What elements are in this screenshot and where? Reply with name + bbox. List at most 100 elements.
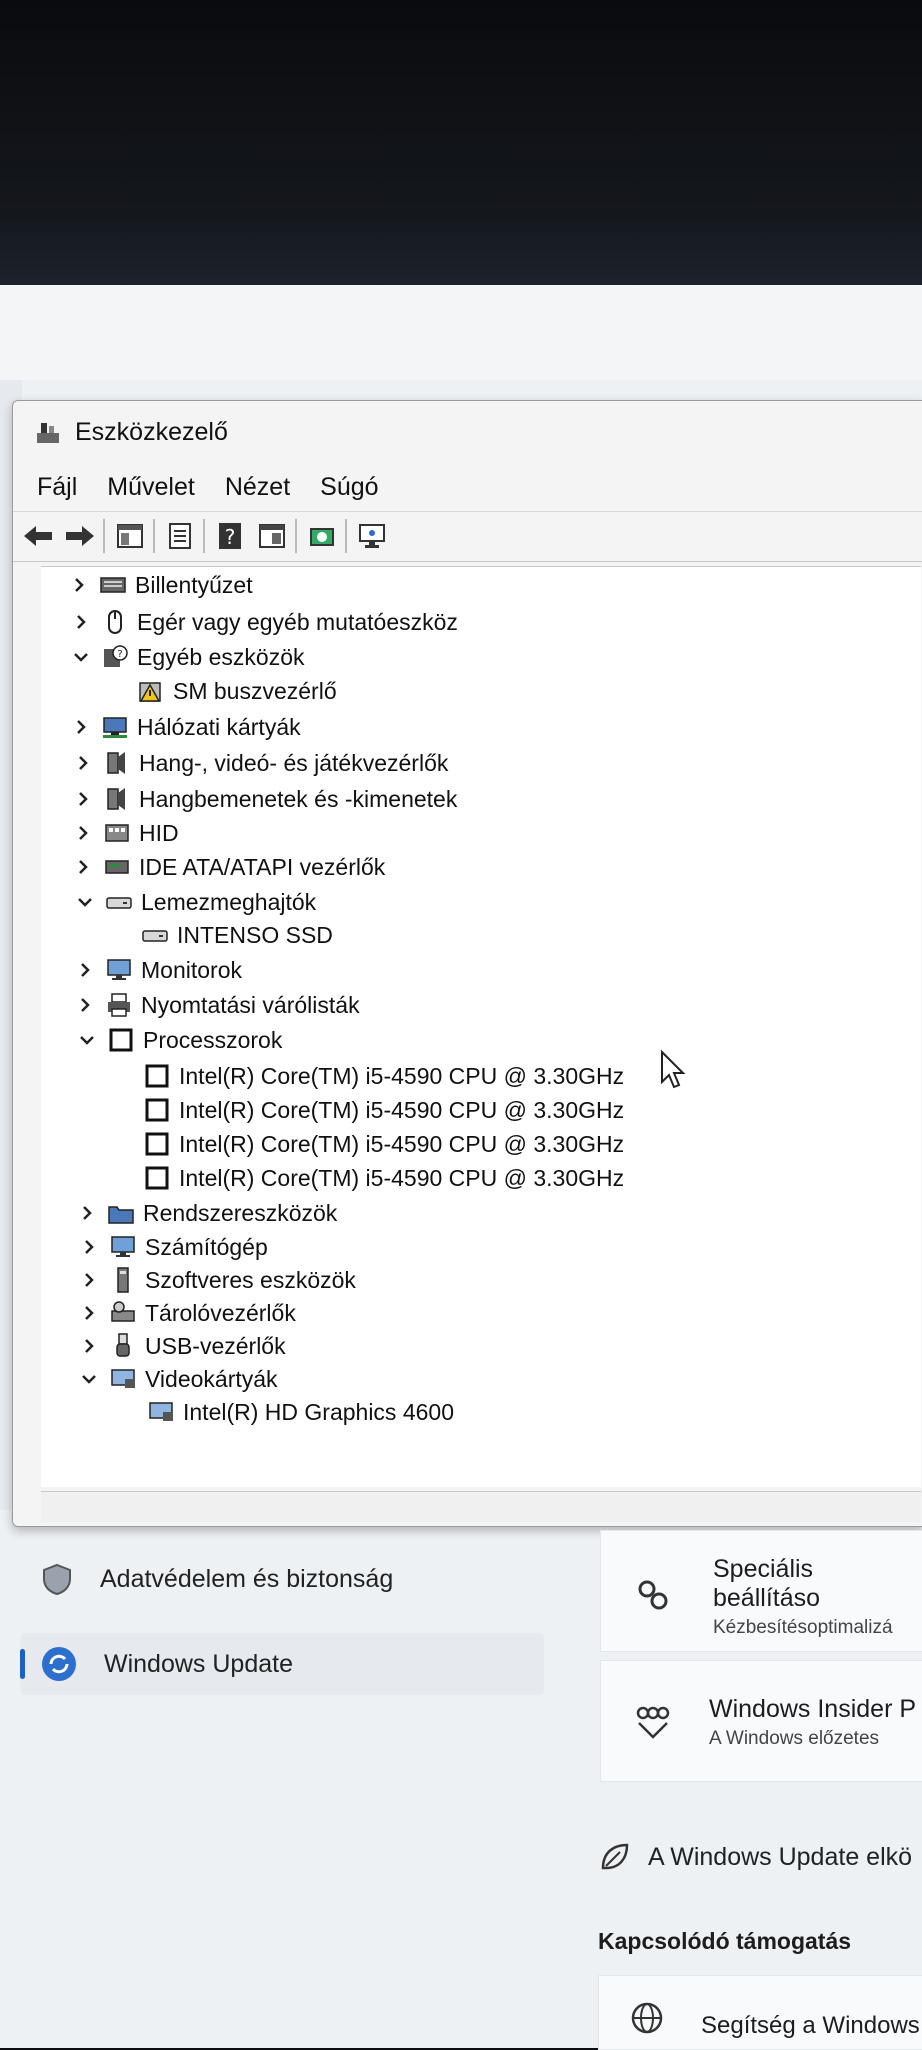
device-category[interactable]: Rendszereszközök <box>77 1196 337 1230</box>
toolbar: ? <box>13 511 922 562</box>
device-item[interactable]: Intel(R) Core(TM) i5-4590 CPU @ 3.30GHz <box>143 1059 624 1093</box>
device-label: Hangbemenetek és -kimenetek <box>139 785 458 812</box>
device-label: Nyomtatási várólisták <box>141 991 360 1018</box>
device-item[interactable]: INTENSO SSD <box>141 918 333 952</box>
help-button[interactable]: ? <box>213 519 247 553</box>
ide-icon <box>103 853 131 881</box>
hid-icon <box>103 819 131 847</box>
menu-action[interactable]: Művelet <box>107 473 195 502</box>
properties-button[interactable] <box>163 519 197 553</box>
device-category[interactable]: Szoftveres eszközök <box>79 1263 356 1297</box>
device-item[interactable]: SM buszvezérlő <box>137 674 337 708</box>
chevron-right-icon[interactable] <box>79 1336 99 1356</box>
back-arrow-icon <box>24 526 52 546</box>
window-title: Eszközkezelő <box>75 417 228 446</box>
chevron-down-icon[interactable] <box>79 1369 99 1389</box>
show-hide-tree-button[interactable] <box>113 519 147 553</box>
menu-help[interactable]: Súgó <box>320 473 378 502</box>
help-card[interactable]: Segítség a Windows <box>598 1975 922 2050</box>
help-text: Segítség a Windows <box>701 2012 920 2039</box>
device-category[interactable]: Lemezmeghajtók <box>75 885 316 919</box>
chevron-right-icon[interactable] <box>73 789 93 809</box>
svg-text:?: ? <box>117 649 122 660</box>
disk-icon <box>105 888 133 916</box>
properties-icon <box>169 523 191 549</box>
device-label: Egyéb eszközök <box>137 643 305 670</box>
device-item[interactable]: Intel(R) Core(TM) i5-4590 CPU @ 3.30GHz <box>143 1161 624 1195</box>
forward-arrow-icon <box>66 526 94 546</box>
device-manager-window: Eszközkezelő Fájl Művelet Nézet Súgó ? B… <box>12 400 922 1527</box>
windows-insider-card[interactable]: Windows Insider P A Windows előzetes <box>600 1660 922 1782</box>
globe-icon <box>631 2002 663 2034</box>
chevron-right-icon[interactable] <box>73 823 93 843</box>
chevron-down-icon[interactable] <box>77 1030 97 1050</box>
sidebar-item-label: Adatvédelem és biztonság <box>100 1564 394 1593</box>
device-label: Egér vagy egyéb mutatóeszköz <box>137 608 458 635</box>
monitor-icon <box>105 956 133 984</box>
chevron-down-icon[interactable] <box>71 647 91 667</box>
device-category[interactable]: Nyomtatási várólisták <box>75 988 360 1022</box>
device-category[interactable]: Egér vagy egyéb mutatóeszköz <box>71 605 458 639</box>
card-title: Speciális beállításo <box>713 1555 821 1612</box>
chevron-right-icon[interactable] <box>75 995 95 1015</box>
chevron-right-icon[interactable] <box>71 717 91 737</box>
device-label: HID <box>139 819 179 846</box>
mouse-cursor-icon <box>661 1050 686 1089</box>
update-driver-button[interactable] <box>355 519 389 553</box>
chevron-down-icon[interactable] <box>75 892 95 912</box>
cpu-icon <box>107 1026 135 1054</box>
chevron-right-icon[interactable] <box>69 575 89 595</box>
menu-view[interactable]: Nézet <box>225 473 290 502</box>
printer-icon <box>105 991 133 1019</box>
leaf-icon <box>601 1843 629 1870</box>
chevron-right-icon[interactable] <box>79 1237 99 1257</box>
toolbar-separator <box>153 519 155 553</box>
disk-icon <box>141 921 169 949</box>
titlebar: Eszközkezelő <box>13 401 922 463</box>
advanced-options-card[interactable]: Speciális beállításo Kézbesítésoptimaliz… <box>600 1530 922 1652</box>
device-label: Monitorok <box>141 956 242 983</box>
forward-button[interactable] <box>63 519 97 553</box>
menu-file[interactable]: Fájl <box>37 473 77 502</box>
device-category[interactable]: Hang-, videó- és játékvezérlők <box>73 746 448 780</box>
status-bar <box>41 1491 921 1522</box>
device-category[interactable]: Tárolóvezérlők <box>79 1296 296 1330</box>
device-item[interactable]: Intel(R) Core(TM) i5-4590 CPU @ 3.30GHz <box>143 1127 624 1161</box>
device-item[interactable]: Intel(R) HD Graphics 4600 <box>147 1395 454 1429</box>
sidebar-item-privacy[interactable]: Adatvédelem és biztonság <box>40 1562 393 1596</box>
device-item[interactable]: Intel(R) Core(TM) i5-4590 CPU @ 3.30GHz <box>143 1093 624 1127</box>
card-subtitle: Kézbesítésoptimalizá <box>713 1617 893 1638</box>
chevron-right-icon[interactable] <box>73 857 93 877</box>
device-category[interactable]: Hangbemenetek és -kimenetek <box>73 782 457 816</box>
chevron-right-icon[interactable] <box>71 612 91 632</box>
device-category[interactable]: IDE ATA/ATAPI vezérlők <box>73 850 385 884</box>
device-label: Intel(R) HD Graphics 4600 <box>183 1398 454 1425</box>
device-category[interactable]: USB-vezérlők <box>79 1329 286 1363</box>
device-category[interactable]: HID <box>73 816 179 850</box>
chevron-right-icon[interactable] <box>79 1270 99 1290</box>
device-label: Videokártyák <box>145 1365 278 1392</box>
scan-hardware-button[interactable] <box>305 519 339 553</box>
device-category[interactable]: Hálózati kártyák <box>71 710 301 744</box>
monitor-bezel <box>0 0 922 300</box>
scan-hardware-icon <box>310 528 334 546</box>
chevron-right-icon[interactable] <box>77 1203 97 1223</box>
device-tree: Billentyűzet Egér vagy egyéb mutatóeszköz… <box>41 566 921 1487</box>
chevron-right-icon[interactable] <box>75 960 95 980</box>
back-button[interactable] <box>21 519 55 553</box>
device-category[interactable]: ? Egyéb eszközök <box>71 640 304 674</box>
device-category[interactable]: Processzorok <box>77 1023 282 1057</box>
toolbar-separator <box>203 519 205 553</box>
chevron-right-icon[interactable] <box>73 753 93 773</box>
eco-info-link[interactable]: A Windows Update elkö <box>598 1840 912 1874</box>
device-category[interactable]: Monitorok <box>75 953 242 987</box>
device-label: Szoftveres eszközök <box>145 1266 356 1293</box>
device-category[interactable]: Billentyűzet <box>69 568 253 602</box>
device-label: Hálózati kártyák <box>137 713 301 740</box>
device-category[interactable]: Videokártyák <box>79 1362 278 1396</box>
chevron-right-icon[interactable] <box>79 1303 99 1323</box>
device-category[interactable]: Számítógép <box>79 1230 268 1264</box>
view-button[interactable] <box>255 519 289 553</box>
device-label: Lemezmeghajtók <box>141 888 317 915</box>
sidebar-item-windows-update[interactable]: Windows Update <box>20 1633 544 1695</box>
